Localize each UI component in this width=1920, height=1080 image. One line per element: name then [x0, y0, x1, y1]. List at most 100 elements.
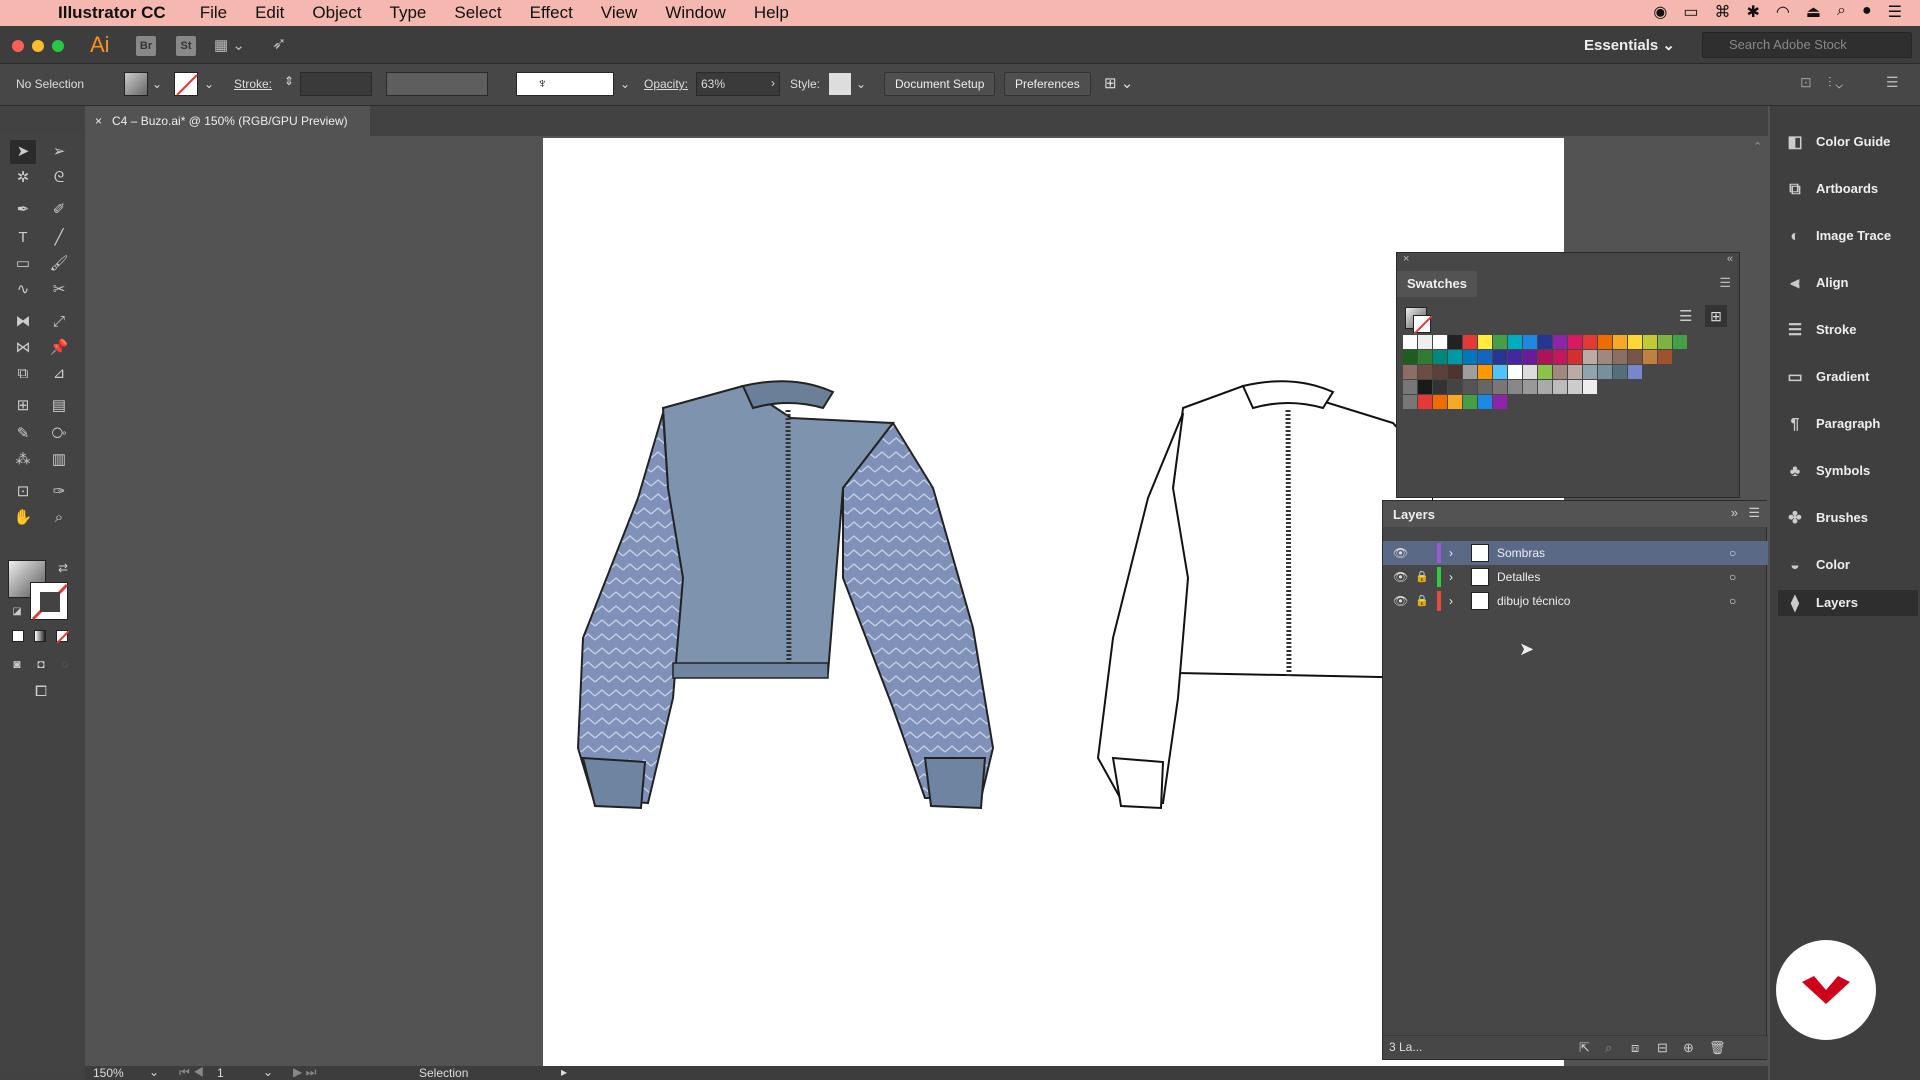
- color-swatch[interactable]: [1433, 395, 1447, 409]
- color-swatch[interactable]: [1448, 335, 1462, 349]
- arrange-documents-icon[interactable]: ▦ ⌄: [214, 36, 245, 54]
- dock-paragraph[interactable]: ¶ Paragraph: [1778, 402, 1918, 446]
- menu-window[interactable]: Window: [665, 3, 725, 23]
- color-swatch[interactable]: [1493, 380, 1507, 394]
- curvature-tool-icon[interactable]: ✐: [46, 198, 72, 222]
- lock-icon[interactable]: 🔒: [1415, 565, 1429, 589]
- color-swatch[interactable]: [1463, 335, 1477, 349]
- width-tool-icon[interactable]: ⋈: [10, 336, 36, 360]
- user-icon[interactable]: ●: [1862, 2, 1872, 22]
- locate-icon[interactable]: ⌕: [1605, 1040, 1612, 1056]
- document-setup-button[interactable]: Document Setup: [884, 72, 996, 96]
- color-swatch[interactable]: [1418, 365, 1432, 379]
- color-swatch[interactable]: [1478, 395, 1492, 409]
- stock-search-input[interactable]: Search Adobe Stock: [1702, 32, 1912, 58]
- panel-menu-icon[interactable]: ☰: [1748, 505, 1760, 521]
- list-view-icon[interactable]: ☰: [1679, 307, 1692, 325]
- reflect-tool-icon[interactable]: ⧓: [10, 310, 36, 334]
- color-swatch[interactable]: [1478, 365, 1492, 379]
- color-swatch[interactable]: [1463, 365, 1477, 379]
- color-swatch[interactable]: [1508, 350, 1522, 364]
- color-swatch[interactable]: [1583, 350, 1597, 364]
- opacity-label[interactable]: Opacity:: [644, 77, 688, 91]
- paintbrush-icon[interactable]: 🖌: [46, 252, 72, 276]
- color-swatch[interactable]: [1538, 350, 1552, 364]
- color-swatch[interactable]: [1433, 350, 1447, 364]
- none-mode-icon[interactable]: [56, 630, 70, 644]
- opacity-input[interactable]: 63% ›: [696, 72, 780, 96]
- color-swatch[interactable]: [1643, 335, 1657, 349]
- new-layer-icon[interactable]: ⊕: [1683, 1040, 1694, 1056]
- denim-jacket-drawing[interactable]: [553, 378, 1013, 858]
- transform-icon[interactable]: ⊡: [1800, 74, 1812, 91]
- menu-select[interactable]: Select: [454, 3, 501, 23]
- arrange-icon[interactable]: ⊞ ⌄: [1104, 74, 1133, 92]
- stroke-color-box[interactable]: [30, 582, 69, 621]
- layer-row[interactable]: 👁 🔒 › dibujo técnico ○: [1383, 589, 1768, 613]
- color-swatch[interactable]: [1478, 350, 1492, 364]
- pen-tool-icon[interactable]: ✒: [10, 198, 36, 222]
- color-swatch[interactable]: [1493, 395, 1507, 409]
- preferences-button[interactable]: Preferences: [1004, 72, 1091, 96]
- close-window-button[interactable]: [12, 40, 24, 52]
- expand-panel-icon[interactable]: »: [1731, 505, 1738, 520]
- app-name[interactable]: Illustrator CC: [58, 3, 166, 23]
- dock-artboards[interactable]: ⧉ Artboards: [1778, 167, 1918, 211]
- panel-menu-icon[interactable]: ☰: [1719, 275, 1731, 291]
- artboard-number[interactable]: 1: [217, 1066, 224, 1080]
- chevron-down-icon[interactable]: ⌄: [856, 77, 866, 91]
- dock-brushes[interactable]: ✤ Brushes: [1778, 496, 1918, 540]
- dock-symbols[interactable]: ♣ Symbols: [1778, 449, 1918, 493]
- default-colors-icon[interactable]: ◪: [4, 600, 30, 624]
- menu-object[interactable]: Object: [312, 3, 361, 23]
- status-arrow-icon[interactable]: ▸: [561, 1065, 567, 1079]
- rectangle-tool-icon[interactable]: ▭: [10, 252, 36, 276]
- blend-tool-icon[interactable]: ⧂: [46, 422, 72, 446]
- menu-effect[interactable]: Effect: [530, 3, 573, 23]
- expand-arrow-icon[interactable]: ›: [1449, 589, 1453, 613]
- swatches-tab[interactable]: Swatches: [1397, 271, 1477, 297]
- expand-arrow-icon[interactable]: ›: [1449, 565, 1453, 589]
- color-swatch[interactable]: [1523, 365, 1537, 379]
- clipping-mask-icon[interactable]: ⧈: [1631, 1040, 1639, 1056]
- color-swatch[interactable]: [1433, 380, 1447, 394]
- color-swatch[interactable]: [1448, 395, 1462, 409]
- color-swatch[interactable]: [1553, 350, 1567, 364]
- minimize-window-button[interactable]: [32, 40, 44, 52]
- display-icon[interactable]: ▭: [1683, 2, 1698, 22]
- color-swatch[interactable]: [1448, 380, 1462, 394]
- color-swatch[interactable]: [1658, 350, 1672, 364]
- color-swatch[interactable]: [1418, 350, 1432, 364]
- chevron-down-icon[interactable]: ⌄: [263, 1065, 273, 1079]
- mesh-tool-icon[interactable]: ⊞: [10, 394, 36, 418]
- color-swatch[interactable]: [1628, 365, 1642, 379]
- color-swatch[interactable]: [1613, 365, 1627, 379]
- draw-inside-icon[interactable]: ◌: [52, 652, 78, 676]
- align-icon[interactable]: ⫶ ⌄: [1828, 74, 1843, 91]
- color-swatch[interactable]: [1643, 350, 1657, 364]
- stroke-label[interactable]: Stroke:: [234, 77, 272, 91]
- export-icon[interactable]: ⇱: [1579, 1040, 1590, 1056]
- swatch-stroke-preview[interactable]: [1413, 315, 1433, 335]
- new-sublayer-icon[interactable]: ⊟: [1657, 1040, 1668, 1056]
- artboard-next-icons[interactable]: ▶ ⏭: [293, 1065, 316, 1080]
- color-swatch[interactable]: [1403, 395, 1417, 409]
- stroke-swatch[interactable]: [174, 72, 198, 96]
- magic-wand-icon[interactable]: ✲: [10, 166, 36, 190]
- color-swatch[interactable]: [1613, 335, 1627, 349]
- gradient-tool-icon[interactable]: ▤: [46, 394, 72, 418]
- chevron-down-icon[interactable]: ⌄: [204, 77, 214, 91]
- brush-definition[interactable]: ♆: [516, 72, 614, 96]
- color-swatch[interactable]: [1568, 335, 1582, 349]
- color-swatch[interactable]: [1523, 335, 1537, 349]
- fill-swatch[interactable]: [124, 72, 148, 96]
- lasso-icon[interactable]: ᘓ: [46, 166, 72, 190]
- layer-row[interactable]: 👁 › Sombras ○: [1383, 541, 1768, 565]
- color-swatch[interactable]: [1508, 335, 1522, 349]
- menu-edit[interactable]: Edit: [255, 3, 284, 23]
- symbol-sprayer-icon[interactable]: ⁂: [10, 448, 36, 472]
- workspace-switcher[interactable]: Essentials ⌄: [1584, 36, 1675, 54]
- color-swatch[interactable]: [1433, 365, 1447, 379]
- color-swatch[interactable]: [1418, 335, 1432, 349]
- color-swatch[interactable]: [1448, 365, 1462, 379]
